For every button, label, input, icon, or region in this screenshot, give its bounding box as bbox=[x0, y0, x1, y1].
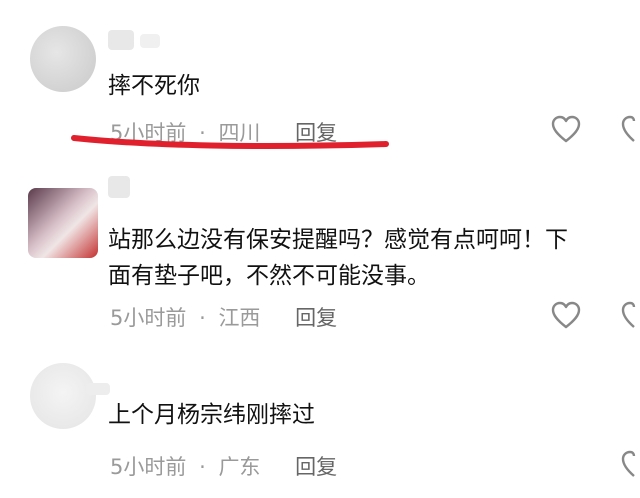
avatar[interactable] bbox=[30, 363, 96, 429]
meta-separator: · bbox=[199, 306, 206, 330]
like-heart-icon[interactable] bbox=[550, 300, 582, 330]
comment-meta: 5小时前 · 广东 回复 bbox=[110, 451, 337, 481]
comment-text-line: 站那么边没有保安提醒吗？感觉有点呵呵！下 bbox=[108, 227, 568, 253]
comment-item: 上个月杨宗纬刚摔过 5小时前 · 广东 回复 bbox=[0, 345, 640, 498]
username-blurred[interactable] bbox=[108, 176, 130, 198]
red-annotation-underline bbox=[71, 135, 389, 149]
comment-item: 摔不死你 5小时前 · 四川 回复 bbox=[0, 0, 640, 170]
meta-separator: · bbox=[199, 455, 206, 479]
comment-meta: 5小时前 · 江西 回复 bbox=[110, 302, 337, 332]
comment-time: 5小时前 bbox=[110, 306, 187, 330]
username-blurred[interactable] bbox=[140, 34, 160, 48]
dislike-icon[interactable] bbox=[620, 300, 640, 330]
comment-location: 广东 bbox=[218, 455, 261, 479]
dislike-icon[interactable] bbox=[620, 449, 640, 479]
comment-item: 站那么边没有保安提醒吗？感觉有点呵呵！下 面有垫子吧，不然不可能没事。 5小时前… bbox=[0, 170, 640, 345]
username-blurred[interactable] bbox=[108, 30, 134, 50]
avatar[interactable] bbox=[28, 188, 98, 258]
comment-text: 上个月杨宗纬刚摔过 bbox=[108, 402, 315, 428]
comment-location: 江西 bbox=[218, 306, 261, 330]
avatar[interactable] bbox=[30, 26, 96, 92]
username-blurred[interactable] bbox=[86, 383, 110, 395]
comment-text-line: 面有垫子吧，不然不可能没事。 bbox=[108, 263, 430, 289]
comment-time: 5小时前 bbox=[110, 455, 187, 479]
reply-button[interactable]: 回复 bbox=[295, 306, 337, 330]
reply-button[interactable]: 回复 bbox=[295, 455, 337, 479]
comment-text: 摔不死你 bbox=[108, 73, 200, 99]
